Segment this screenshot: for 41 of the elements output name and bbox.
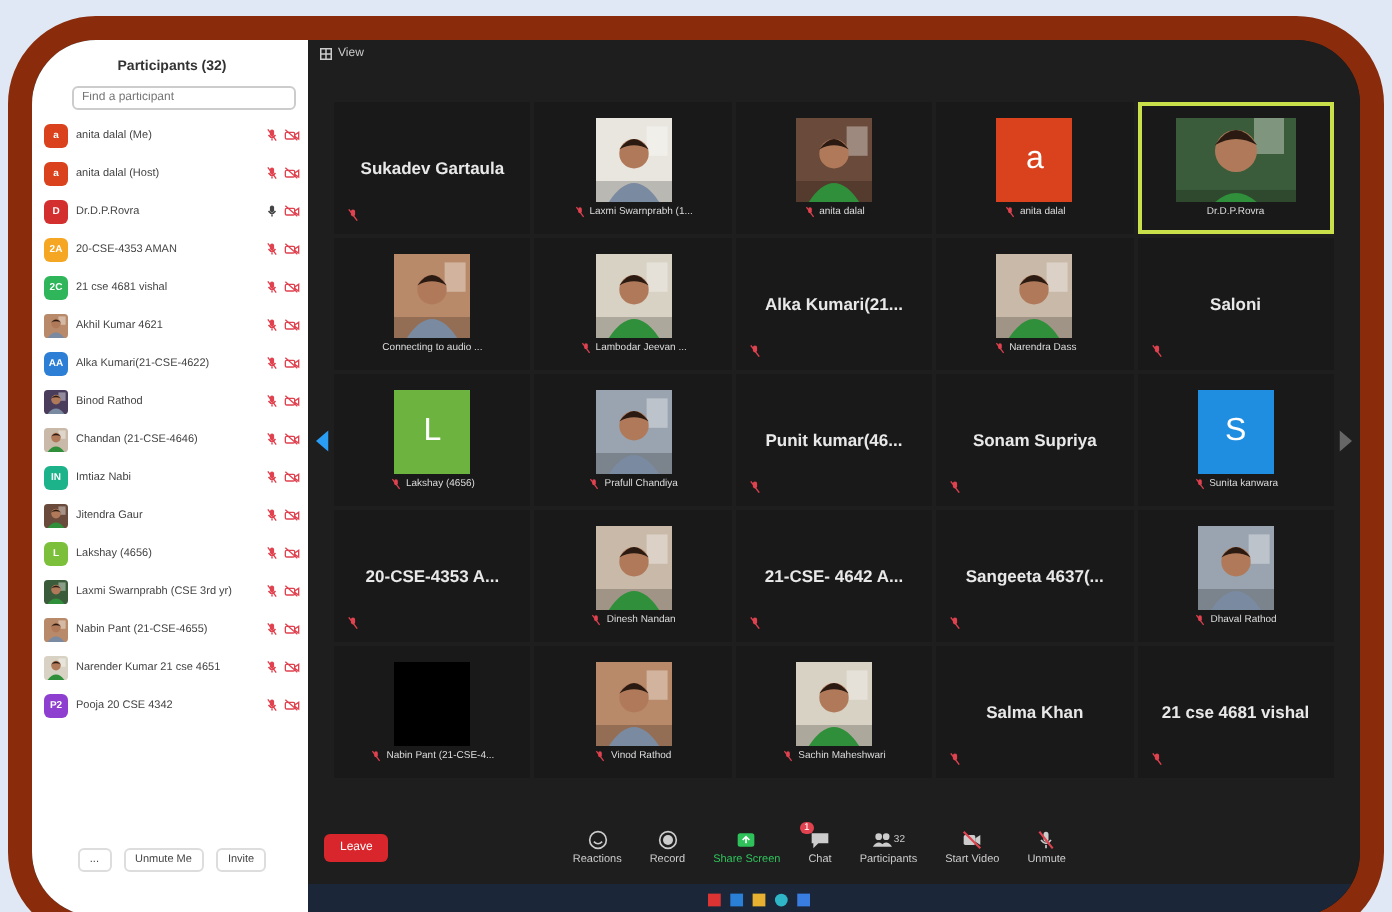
video-off-icon [284,166,300,180]
participant-name: Sonam Supriya [972,430,1097,450]
share-screen-icon [736,830,757,850]
video-off-icon [284,470,300,484]
participant-name: Sukadev Gartaula [360,158,505,178]
people-icon [871,830,892,850]
video-off-icon [284,356,300,370]
participant-name: 21 cse 4681 vishal [1161,702,1310,722]
video-off-icon [284,280,300,294]
avatar-initial: S [1197,390,1274,474]
video-off-icon [284,432,300,446]
video-off-icon [284,584,300,598]
participant-name: Alka Kumari(21... [765,294,903,314]
participant-name: Punit kumar(46... [765,430,903,450]
participant-name: Sangeeta 4637(... [965,566,1104,586]
participant-name: Saloni [1210,294,1262,314]
video-off-icon [284,698,300,712]
participant-name: Salma Khan [986,702,1084,722]
video-off-icon [284,318,300,332]
video-off-icon [284,242,300,256]
video-off-icon [284,394,300,408]
avatar-initial: a [996,118,1073,202]
video-off-icon [284,546,300,560]
previous-page-icon[interactable] [316,429,330,451]
muted-mic-icon [1036,830,1057,850]
video-off-icon [284,622,300,636]
avatar-initial: L [394,390,471,474]
taskbar-icons-drawing [708,892,810,908]
smiley-icon [587,830,608,850]
grid-view-icon [320,48,332,60]
next-page-icon[interactable] [1338,429,1352,451]
video-off-icon [284,204,300,218]
participant-name: 21-CSE- 4642 A... [764,566,904,586]
record-icon [657,830,678,850]
participant-name: 20-CSE-4353 A... [365,566,500,586]
video-off-icon [284,660,300,674]
video-off-placeholder [394,662,471,746]
video-off-icon [962,830,983,850]
video-off-icon [284,508,300,522]
video-off-icon [284,128,300,142]
chat-icon [810,830,831,850]
